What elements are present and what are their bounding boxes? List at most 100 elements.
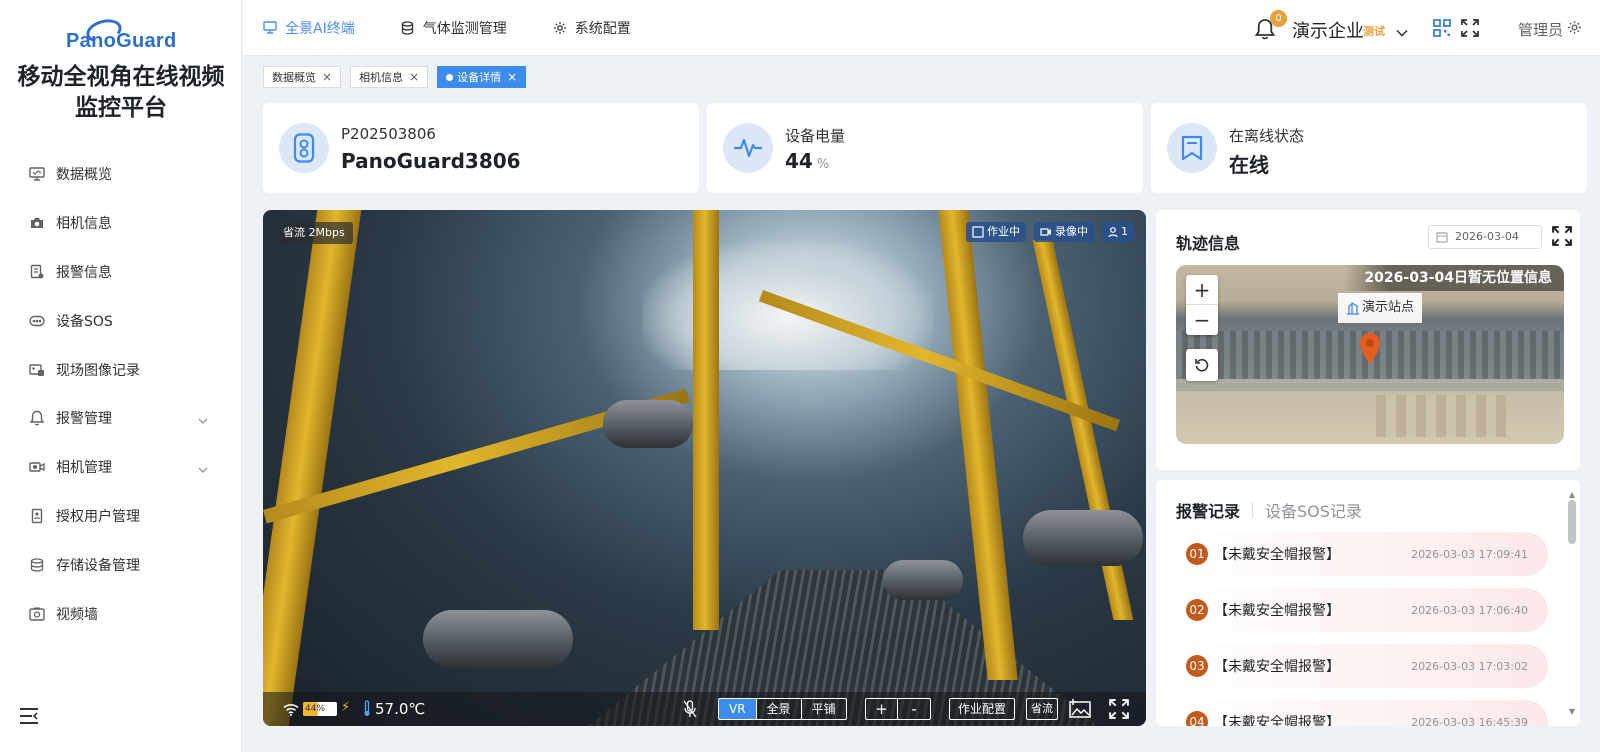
map-pin-icon[interactable] <box>1358 331 1382 369</box>
sidebar-item-alarm-management[interactable]: 报警管理 <box>0 394 242 443</box>
viewer-count-badge: 1 <box>1102 222 1134 242</box>
video-pipe <box>883 560 963 600</box>
logo-text: PanoGuard <box>66 30 177 52</box>
view-mode-vr[interactable]: VR <box>719 699 757 719</box>
sidebar-item-storage-device-management[interactable]: 存储设备管理 <box>0 540 242 589</box>
chevron-down-icon[interactable] <box>1396 22 1408 41</box>
battery-card: 设备电量 44% <box>707 103 1143 193</box>
sidebar-item-camera-management[interactable]: 相机管理 <box>0 443 242 492</box>
close-icon[interactable]: × <box>507 70 517 84</box>
device-id: P202503806 <box>341 125 436 143</box>
alarm-time: 2026-03-03 17:06:40 <box>1411 603 1528 617</box>
close-icon[interactable]: × <box>322 70 332 84</box>
map-reset-icon[interactable] <box>1186 349 1218 381</box>
scroll-up-icon[interactable]: ▲ <box>1568 490 1576 499</box>
topnav-gas-monitoring[interactable]: 气体监测管理 <box>401 18 507 38</box>
map-zoom-in-button[interactable]: + <box>1186 275 1218 305</box>
tab-data-overview[interactable]: 数据概览 × <box>263 66 342 88</box>
top-bar: 全景AI终端 气体监测管理 系统配置 0 演示企业 测试 管理员 <box>243 0 1600 56</box>
collapse-menu-icon[interactable] <box>18 707 40 725</box>
database-icon <box>29 557 45 573</box>
gear-icon[interactable] <box>1567 20 1582 39</box>
badge-text: 1 <box>1121 225 1128 238</box>
temperature-value: 57.0℃ <box>375 700 426 718</box>
alarm-index: 03 <box>1186 655 1208 677</box>
pulse-icon <box>723 123 773 173</box>
zoom-in-button[interactable]: + <box>866 699 898 719</box>
scrollbar-thumb[interactable] <box>1568 500 1576 544</box>
topnav-panoramic-ai-terminal[interactable]: 全景AI终端 <box>263 18 355 38</box>
map-zoom-controls: + − <box>1186 275 1218 335</box>
video-fullscreen-icon[interactable] <box>1109 699 1129 723</box>
video-control-bar: 44% ⚡ 57.0℃ VR 全景 平铺 + - 作业配置 省流 <box>263 692 1146 726</box>
online-status-label: 在离线状态 <box>1229 127 1305 145</box>
mic-off-icon[interactable] <box>683 700 697 722</box>
video-pipe <box>603 400 693 448</box>
tab-label: 数据概览 <box>272 71 316 84</box>
list-item[interactable]: 04 【未戴安全帽报警】 2026-03-03 16:45:39 <box>1174 700 1548 726</box>
sidebar-item-device-sos[interactable]: 设备SOS <box>0 296 242 345</box>
recording-badge: 录像中 <box>1034 222 1094 242</box>
sidebar-item-alarm-info[interactable]: 报警信息 <box>0 248 242 297</box>
sidebar-nav: 数据概览 相机信息 报警信息 设备SOS 现场图像记录 报警管理 相机管理 授权… <box>0 150 242 638</box>
work-config-button[interactable]: 作业配置 <box>949 698 1016 720</box>
topnav-label: 全景AI终端 <box>285 21 355 37</box>
admin-user[interactable]: 管理员 <box>1518 19 1563 40</box>
ai-icon <box>972 226 984 238</box>
tab-alarm-records[interactable]: 报警记录 <box>1176 498 1240 522</box>
qr-code-icon[interactable] <box>1433 19 1451 41</box>
list-item[interactable]: 01 【未戴安全帽报警】 2026-03-03 17:09:41 <box>1174 532 1548 576</box>
map-site-label[interactable]: 演示站点 <box>1338 293 1423 323</box>
map-fullscreen-icon[interactable] <box>1552 226 1572 250</box>
sidebar-item-scene-image-records[interactable]: 现场图像记录 <box>0 345 242 394</box>
view-mode-panorama[interactable]: 全景 <box>757 699 802 719</box>
tab-device-sos-records[interactable]: 设备SOS记录 <box>1265 498 1362 522</box>
chevron-down-icon <box>198 461 208 477</box>
zoom-controls: + - <box>865 698 931 720</box>
list-item[interactable]: 03 【未戴安全帽报警】 2026-03-03 17:03:02 <box>1174 644 1548 688</box>
alarm-scrollbar[interactable]: ▲ ▼ <box>1568 490 1576 716</box>
sidebar-item-camera-info[interactable]: 相机信息 <box>0 199 242 248</box>
scroll-down-icon[interactable]: ▼ <box>1568 707 1576 716</box>
save-stream-button[interactable]: 省流 <box>1026 698 1058 720</box>
topnav-label: 气体监测管理 <box>422 21 507 37</box>
gear-icon <box>553 21 567 35</box>
fullscreen-icon[interactable] <box>1461 19 1479 41</box>
tab-camera-info[interactable]: 相机信息 × <box>350 66 429 88</box>
badge-text: 作业中 <box>987 225 1020 238</box>
sidebar-item-data-overview[interactable]: 数据概览 <box>0 150 242 199</box>
track-date-picker[interactable]: 2026-03-04 <box>1428 225 1542 249</box>
company-name[interactable]: 演示企业 <box>1292 17 1364 43</box>
tab-device-details[interactable]: 设备详情 × <box>437 66 527 88</box>
track-title: 轨迹信息 <box>1176 234 1241 253</box>
tab-divider <box>1252 502 1254 518</box>
list-item[interactable]: 02 【未戴安全帽报警】 2026-03-03 17:06:40 <box>1174 588 1548 632</box>
sidebar-item-video-wall[interactable]: 视频墙 <box>0 589 242 638</box>
close-icon[interactable]: × <box>409 70 419 84</box>
panoramic-video-player[interactable]: 省流 2Mbps 作业中 录像中 1 44% ⚡ 57.0℃ VR 全景 平铺 … <box>263 210 1146 726</box>
sidebar-item-authorized-user-management[interactable]: 授权用户管理 <box>0 492 242 541</box>
track-map[interactable]: 2026-03-04日暂无位置信息 + − 演示站点 <box>1176 265 1564 444</box>
map-no-location-notice: 2026-03-04日暂无位置信息 <box>1344 265 1564 291</box>
alarm-text: 【未戴安全帽报警】 <box>1214 603 1340 619</box>
sidebar-item-label: 存储设备管理 <box>56 557 140 574</box>
sidebar-item-label: 相机管理 <box>56 460 112 477</box>
alarm-time: 2026-03-03 16:45:39 <box>1411 715 1528 727</box>
building-icon <box>1347 301 1359 315</box>
charging-bolt-icon: ⚡ <box>341 700 351 715</box>
alarm-text: 【未戴安全帽报警】 <box>1214 659 1340 675</box>
zoom-out-button[interactable]: - <box>898 699 930 719</box>
alarm-list: 01 【未戴安全帽报警】 2026-03-03 17:09:41 02 【未戴安… <box>1174 532 1548 726</box>
view-mode-tile[interactable]: 平铺 <box>802 699 846 719</box>
battery-unit: % <box>816 157 830 172</box>
camera-icon <box>29 215 45 231</box>
sidebar-item-label: 数据概览 <box>56 167 112 184</box>
device-icon <box>279 123 329 173</box>
tab-label: 相机信息 <box>359 71 404 84</box>
view-mode-switch: VR 全景 平铺 <box>718 698 847 720</box>
topnav-system-config[interactable]: 系统配置 <box>553 18 631 38</box>
map-zoom-out-button[interactable]: − <box>1186 305 1218 335</box>
monitor-icon <box>263 21 277 35</box>
video-status-badges: 作业中 录像中 1 <box>958 222 1134 242</box>
snapshot-icon[interactable] <box>1069 699 1091 723</box>
